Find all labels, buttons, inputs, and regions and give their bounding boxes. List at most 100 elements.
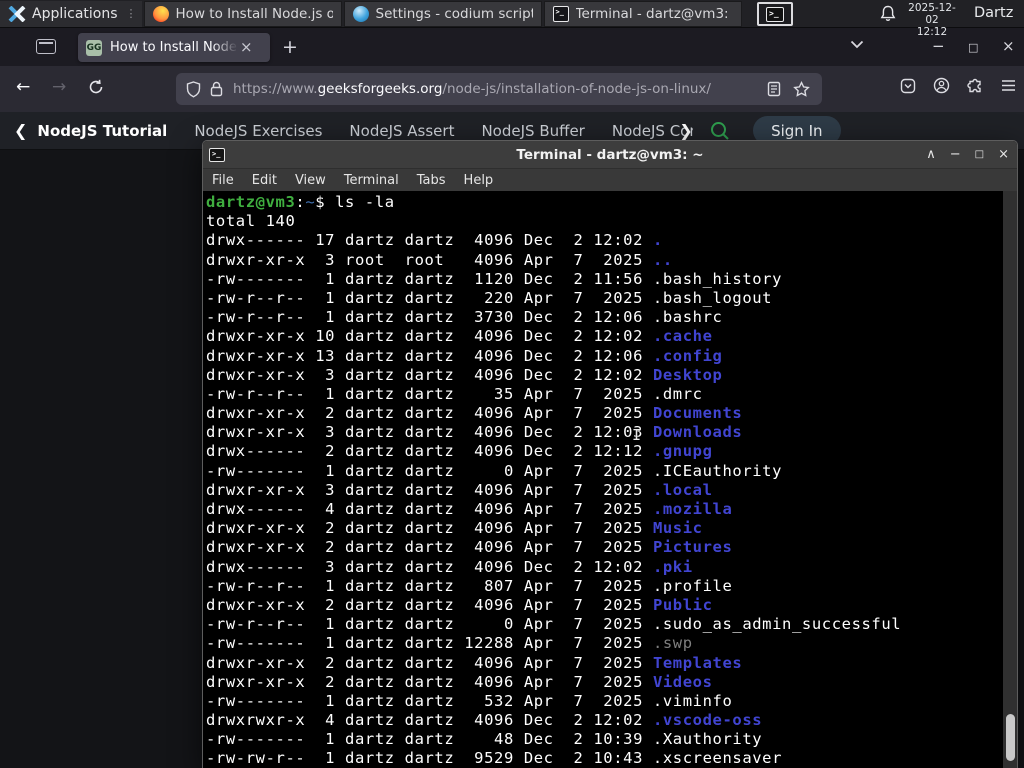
url-scheme: https://www.: [233, 81, 318, 97]
taskbar-item-terminal[interactable]: Terminal - dartz@vm3: ~: [543, 0, 742, 27]
tray-focused-window-indicator[interactable]: [757, 2, 793, 26]
url-path: /node-js/installation-of-node-js-on-linu…: [442, 81, 711, 97]
terminal-line: drwxr-xr-x 3 root root 4096 Apr 7 2025 .…: [206, 250, 673, 269]
top-panel: Applications ⋮ How to Install Node.js o.…: [0, 0, 1024, 38]
taskbar-item-firefox[interactable]: How to Install Node.js o...: [143, 0, 342, 27]
terminal-line: -rw-r--r-- 1 dartz dartz 807 Apr 7 2025 …: [206, 576, 733, 595]
terminal-line: drwx------ 4 dartz dartz 4096 Apr 7 2025…: [206, 500, 733, 518]
terminal-line: drwxr-xr-x 13 dartz dartz 4096 Dec 2 12:…: [206, 346, 723, 365]
terminal-tray-icon: [766, 6, 784, 22]
url-bar[interactable]: https://www.geeksforgeeks.org/node-js/in…: [176, 73, 822, 105]
taskbar-item-label: Settings - codium script...: [375, 5, 533, 22]
vscodium-icon: [352, 5, 369, 22]
distro-logo-icon: [8, 5, 26, 22]
reload-icon[interactable]: [88, 79, 104, 95]
bookmark-star-icon[interactable]: [793, 81, 810, 97]
browser-tab[interactable]: GG How to Install Node.js on ×: [78, 33, 270, 62]
terminal-line: -rw-rw-r-- 1 dartz dartz 9529 Dec 2 10:4…: [206, 749, 783, 768]
terminal-line: drwxr-xr-x 2 dartz dartz 4096 Apr 7 2025…: [206, 595, 713, 614]
tab-close-icon[interactable]: ×: [240, 40, 253, 55]
nav-item[interactable]: NodeJS Buffer: [481, 122, 584, 140]
terminal-menu-view[interactable]: View: [286, 173, 335, 188]
applications-menu-button[interactable]: Applications ⋮: [0, 0, 142, 27]
terminal-lines: dartz@vm3:~$ ls -la total 140 drwx------ 1…: [206, 193, 1017, 768]
list-all-tabs-icon[interactable]: [850, 40, 864, 49]
tracking-protection-shield-icon[interactable]: [186, 80, 201, 98]
terminal-line: drwxrwxr-x 4 dartz dartz 4096 Dec 2 12:0…: [206, 711, 763, 730]
padlock-icon[interactable]: [210, 81, 223, 97]
terminal-line: -rw-r--r-- 1 dartz dartz 35 Apr 7 2025 .…: [206, 384, 703, 403]
taskbar: How to Install Node.js o... Settings - co…: [142, 0, 742, 27]
window-minimize-button[interactable]: −: [932, 36, 945, 56]
url-text: https://www.geeksforgeeks.org/node-js/in…: [233, 81, 767, 97]
window-maximize-button[interactable]: □: [968, 38, 978, 58]
terminal-titlebar[interactable]: Terminal - dartz@vm3: ~ ∧ − □ ×: [203, 141, 1017, 168]
terminal-scrollbar-thumb[interactable]: [1006, 714, 1015, 761]
nav-scroll-right-icon[interactable]: ❯: [679, 121, 692, 140]
terminal-line: drwxr-xr-x 3 dartz dartz 4096 Dec 2 12:0…: [206, 365, 723, 384]
nav-items: NodeJS Tutorial NodeJS Exercises NodeJS As…: [37, 122, 693, 140]
applications-label: Applications: [32, 5, 118, 22]
url-domain: geeksforgeeks.org: [317, 81, 443, 97]
hamburger-menu-icon[interactable]: [1001, 79, 1016, 92]
nav-scroll-left-icon[interactable]: ❮: [14, 121, 27, 140]
reader-mode-icon[interactable]: [767, 81, 781, 97]
terminal-line: drwxr-xr-x 3 dartz dartz 4096 Apr 7 2025…: [206, 480, 713, 499]
firefox-toolbar: ← → https://www.geeksforgeeks.org/node-j…: [0, 66, 1024, 112]
terminal-menu-edit[interactable]: Edit: [243, 173, 286, 188]
terminal-title: Terminal - dartz@vm3: ~: [516, 146, 704, 163]
terminal-line: drwx------ 3 dartz dartz 4096 Dec 2 12:0…: [206, 557, 693, 576]
terminal-line: -rw-r--r-- 1 dartz dartz 0 Apr 7 2025 .s…: [206, 615, 902, 634]
terminal-menu-terminal[interactable]: Terminal: [335, 173, 408, 188]
terminal-close-button[interactable]: ×: [998, 147, 1009, 162]
firefox-tab-bar: GG How to Install Node.js on × + − □ ×: [0, 28, 1024, 66]
notification-bell-icon[interactable]: [880, 5, 896, 22]
terminal-menu-tabs[interactable]: Tabs: [408, 173, 455, 188]
desktop: Applications ⋮ How to Install Node.js o.…: [0, 0, 1024, 768]
firefox-icon: [152, 5, 169, 22]
nav-item[interactable]: NodeJS Tutorial: [37, 122, 167, 140]
terminal-maximize-button[interactable]: □: [975, 149, 984, 160]
terminal-line: drwxr-xr-x 2 dartz dartz 4096 Apr 7 2025…: [206, 653, 743, 672]
taskbar-item-vscodium[interactable]: Settings - codium script...: [343, 0, 542, 27]
panel-clock[interactable]: 2025-12-02 12:12: [903, 2, 961, 38]
terminal-line: dartz@vm3:~$ ls -la: [206, 193, 395, 211]
panel-username: Dartz: [974, 5, 1014, 21]
nav-item[interactable]: NodeJS Assert: [349, 122, 454, 140]
terminal-line: -rw------- 1 dartz dartz 0 Apr 7 2025 .I…: [206, 461, 783, 480]
pocket-icon[interactable]: [900, 78, 916, 94]
search-icon[interactable]: [709, 120, 731, 142]
terminal-output[interactable]: dartz@vm3:~$ ls -la total 140 drwx------ 1…: [203, 191, 1017, 768]
terminal-line: total 140: [206, 212, 296, 231]
terminal-window: Terminal - dartz@vm3: ~ ∧ − □ × FileEdit…: [202, 140, 1018, 768]
extensions-puzzle-icon[interactable]: [967, 77, 984, 94]
new-tab-button[interactable]: +: [282, 37, 298, 57]
taskbar-item-label: Terminal - dartz@vm3: ~: [575, 5, 733, 22]
terminal-line: drwx------ 17 dartz dartz 4096 Dec 2 12:…: [206, 231, 663, 250]
tab-title: How to Install Node.js on: [110, 40, 238, 55]
clock-time: 12:12: [916, 26, 948, 38]
back-button[interactable]: ←: [16, 77, 30, 97]
clock-date: 2025-12-02: [908, 2, 956, 26]
terminal-line: drwxr-xr-x 2 dartz dartz 4096 Apr 7 2025…: [206, 538, 733, 557]
firefox-view-icon[interactable]: [36, 39, 56, 54]
terminal-line: -rw------- 1 dartz dartz 1120 Dec 2 11:5…: [206, 269, 783, 288]
account-icon[interactable]: [933, 77, 950, 94]
terminal-line: drwxr-xr-x 3 dartz dartz 4096 Dec 2 12:0…: [206, 423, 743, 442]
terminal-line: -rw------- 1 dartz dartz 12288 Apr 7 202…: [206, 634, 693, 653]
terminal-shade-button[interactable]: ∧: [926, 147, 936, 162]
terminal-menu-file[interactable]: File: [203, 173, 243, 188]
terminal-minimize-button[interactable]: −: [950, 147, 961, 162]
terminal-line: drwxr-xr-x 10 dartz dartz 4096 Dec 2 12:…: [206, 327, 713, 346]
forward-button[interactable]: →: [52, 77, 66, 97]
terminal-icon: [552, 5, 569, 22]
terminal-menu-help[interactable]: Help: [455, 173, 503, 188]
terminal-line: -rw-r--r-- 1 dartz dartz 220 Apr 7 2025 …: [206, 288, 773, 307]
terminal-line: -rw------- 1 dartz dartz 48 Dec 2 10:39 …: [206, 730, 763, 749]
geeksforgeeks-favicon: GG: [86, 39, 102, 56]
terminal-line: drwxr-xr-x 2 dartz dartz 4096 Apr 7 2025…: [206, 404, 743, 423]
terminal-scrollbar[interactable]: [1003, 191, 1017, 768]
nav-item[interactable]: NodeJS Exercises: [194, 122, 322, 140]
window-close-button[interactable]: ×: [1002, 36, 1015, 56]
terminal-line: drwxr-xr-x 2 dartz dartz 4096 Apr 7 2025…: [206, 672, 713, 691]
